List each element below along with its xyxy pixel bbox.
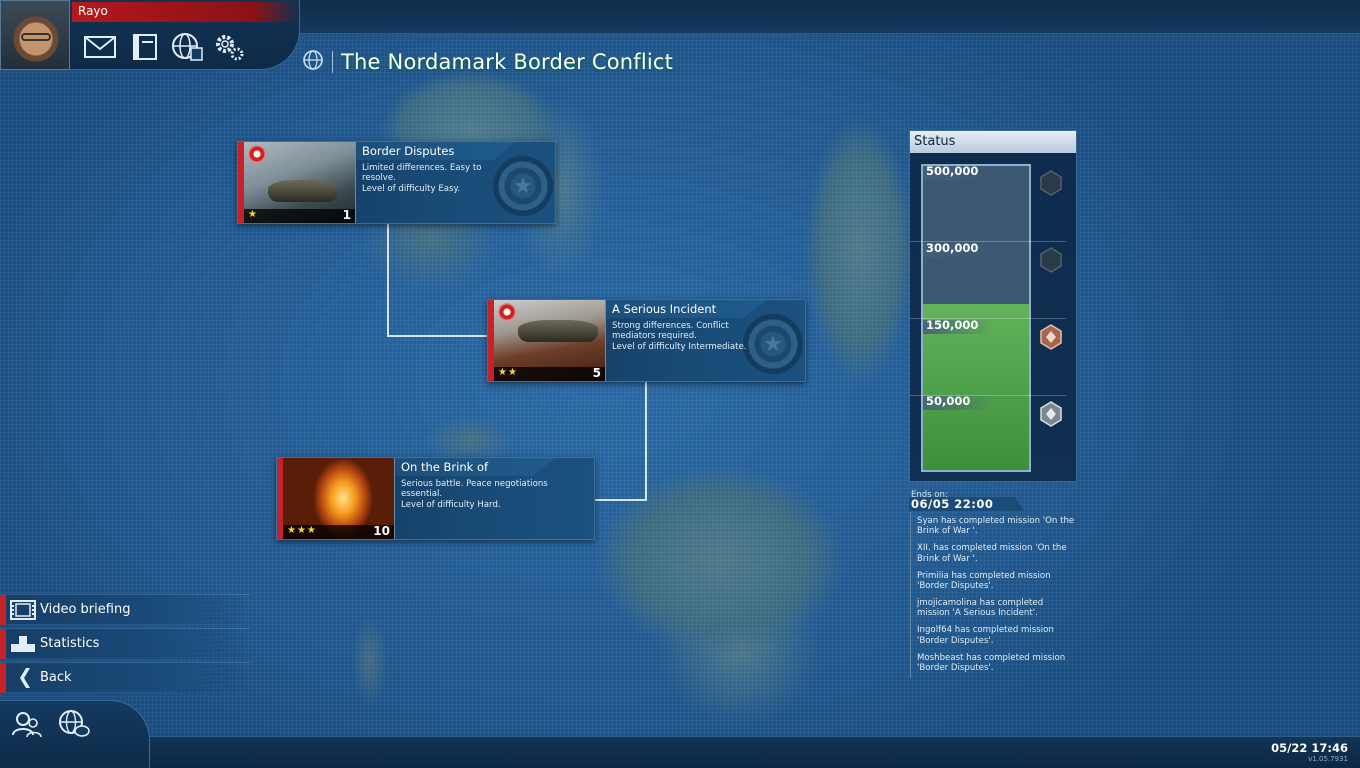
locked-badge-icon	[1039, 169, 1063, 197]
mission-description: Limited differences. Easy to resolve. Le…	[362, 163, 512, 194]
star-icon: ★★	[498, 367, 518, 378]
tier-label-150000: 150,000	[926, 318, 979, 332]
connector-line	[645, 382, 647, 501]
mission-thumbnail: ★★★ 10	[283, 458, 395, 539]
avatar[interactable]	[0, 0, 70, 70]
globe-news-icon[interactable]	[170, 32, 204, 62]
mission-description-line: Strong differences. Conflict mediators r…	[612, 321, 729, 342]
book-icon[interactable]	[128, 32, 162, 62]
mission-card-on-the-brink[interactable]: ★★★ 10 On the Brink of Serious battle. P…	[276, 457, 595, 540]
clock: 05/22 17:46	[1271, 741, 1348, 755]
faction-emblem-icon	[498, 303, 516, 321]
connector-line	[387, 224, 389, 337]
mission-rating: ★ 1	[244, 208, 355, 223]
mission-name: Border Disputes	[362, 144, 455, 158]
ship-illustration	[268, 180, 338, 202]
page-title-wrap: The Nordamark Border Conflict	[302, 48, 673, 76]
mission-description-line: Limited differences. Easy to resolve.	[362, 163, 482, 184]
title-separator	[332, 51, 333, 73]
activity-item: jmojicamolina has completed mission 'A S…	[917, 597, 1044, 619]
ship-illustration	[518, 320, 598, 342]
video-briefing-label: Video briefing	[40, 602, 131, 617]
activity-item: Ingolf64 has completed mission 'Border D…	[917, 625, 1054, 646]
statistics-button[interactable]: Statistics	[0, 628, 250, 659]
star-icon: ★★★	[287, 525, 317, 536]
mission-count: 1	[342, 208, 351, 222]
mission-rating: ★★ 5	[494, 366, 605, 381]
mission-description-line: Serious battle. Peace negotiations essen…	[401, 479, 548, 500]
bottom-bar	[0, 736, 1360, 768]
mission-difficulty: Level of difficulty Easy.	[362, 183, 461, 194]
button-red-edge	[0, 595, 6, 625]
tier-label-300000: 300,000	[926, 241, 979, 255]
mission-description: Serious battle. Peace negotiations essen…	[401, 479, 551, 510]
activity-item: Syan has completed mission 'On the Brink…	[917, 516, 1075, 537]
back-label: Back	[40, 670, 72, 685]
mission-description: Strong differences. Conflict mediators r…	[612, 321, 762, 352]
silver-badge-icon	[1039, 400, 1063, 428]
mission-rating: ★★★ 10	[283, 524, 394, 539]
mission-name: On the Brink of	[401, 460, 489, 474]
faction-emblem-icon	[248, 145, 266, 163]
status-title: Status	[914, 134, 956, 149]
version-label: v1.05.7931	[1308, 755, 1348, 763]
status-panel: Status 500,000 300,000 150,000 50,000	[909, 130, 1077, 482]
mission-name: A Serious Incident	[612, 302, 717, 316]
player-name: Rayo	[78, 4, 108, 18]
mission-difficulty: Level of difficulty Hard.	[401, 499, 501, 510]
video-briefing-button[interactable]: Video briefing	[0, 594, 250, 625]
friends-icon[interactable]	[10, 708, 44, 740]
mission-difficulty: Level of difficulty Intermediate.	[612, 341, 747, 352]
star-icon: ★	[248, 209, 258, 220]
statistics-label: Statistics	[40, 636, 100, 651]
status-header: Status	[910, 131, 1076, 153]
bronze-badge-icon	[1039, 323, 1063, 351]
mission-card-border-disputes[interactable]: ★ 1 Border Disputes ★ Limited difference…	[237, 141, 556, 224]
mission-count: 5	[592, 366, 601, 380]
tier-label-50000: 50,000	[926, 394, 971, 408]
connector-line	[387, 335, 488, 337]
gear-icon[interactable]	[212, 32, 246, 62]
film-icon	[10, 599, 36, 621]
mission-thumbnail: ★ 1	[244, 142, 356, 223]
mail-icon[interactable]	[83, 32, 117, 62]
back-button[interactable]: Back	[0, 662, 250, 693]
activity-item: Primilia has completed mission 'Border D…	[917, 570, 1051, 592]
chevron-left-icon	[10, 667, 36, 689]
mission-thumbnail: ★★ 5	[494, 300, 606, 381]
connector-line	[595, 499, 647, 501]
activity-item: XII. has completed mission 'On the Brink…	[917, 543, 1067, 564]
tier-label-500000: 500,000	[926, 164, 979, 178]
button-red-edge	[0, 629, 6, 659]
avatar-glasses	[21, 33, 51, 41]
mission-card-a-serious-incident[interactable]: ★★ 5 A Serious Incident ★ Strong differe…	[487, 299, 806, 382]
world-chat-icon[interactable]	[57, 708, 91, 740]
mission-count: 10	[373, 524, 390, 538]
page-title: The Nordamark Border Conflict	[341, 50, 674, 74]
globe-icon	[302, 49, 324, 75]
ends-on-value: 06/05 22:00	[911, 497, 994, 511]
activity-feed[interactable]: Syan has completed mission 'On the Brink…	[910, 512, 1075, 678]
button-red-edge	[0, 663, 6, 693]
locked-badge-icon	[1039, 246, 1063, 274]
activity-item: Moshbeast has completed mission 'Border …	[917, 652, 1066, 673]
statistics-icon	[10, 633, 36, 655]
